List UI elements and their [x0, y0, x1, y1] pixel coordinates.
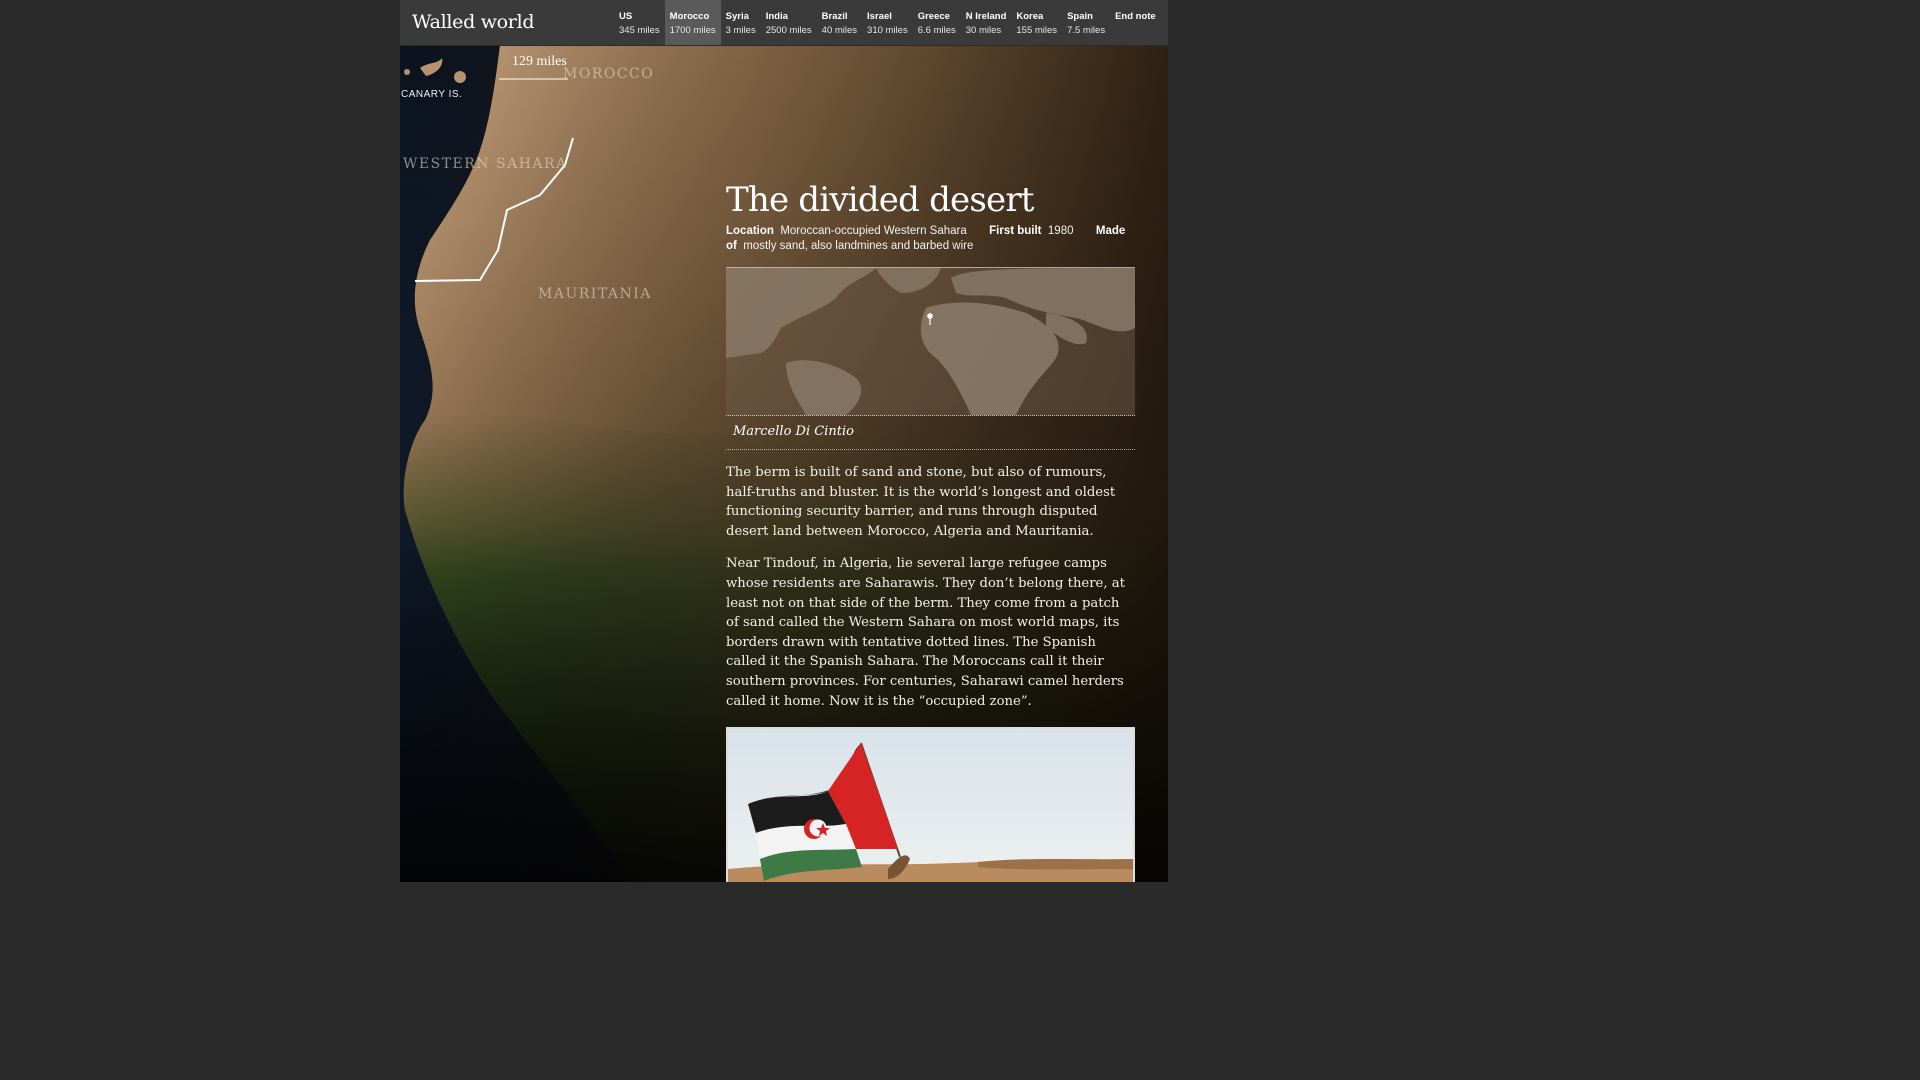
nav-tab-syria[interactable]: Syria 3 miles [721, 0, 761, 45]
article-title: The divided desert [726, 180, 1034, 220]
nav-tab-name: N Ireland [965, 11, 1007, 22]
chapter-nav: US 345 miles Morocco 1700 miles Syria 3 miles… [614, 0, 1161, 45]
first-built-label: First built [989, 225, 1042, 237]
nav-tab-name: End note [1115, 11, 1156, 22]
nav-tab-israel[interactable]: Israel 310 miles [862, 0, 913, 45]
nav-tab-morocco[interactable]: Morocco 1700 miles [664, 0, 721, 45]
nav-tab-name: Syria [725, 11, 749, 22]
nav-tab-name: US [619, 11, 633, 22]
location-value: Moroccan-occupied Western Sahara [780, 225, 967, 237]
nav-tab-name: Spain [1067, 11, 1093, 22]
location-pin-icon [927, 313, 933, 319]
world-locator-map [726, 267, 1135, 416]
made-of-value: mostly sand, also landmines and barbed w… [743, 240, 974, 252]
nav-tab-miles: 155 miles [1016, 25, 1058, 36]
canary-island [454, 71, 466, 83]
first-built-value: 1980 [1047, 225, 1074, 237]
nav-tab-name: Israel [867, 11, 892, 22]
nav-tab-india[interactable]: India 2500 miles [761, 0, 817, 45]
fact-line: Location Moroccan-occupied Western Sahar… [726, 224, 1135, 254]
nav-tab-miles: 3 miles [725, 25, 756, 36]
map-label-morocco: MOROCCO [563, 66, 655, 82]
nav-tab-n-ireland[interactable]: N Ireland 30 miles [961, 0, 1012, 45]
nav-tab-miles: 7.5 miles [1067, 25, 1106, 36]
world-map-graphic [726, 268, 1135, 415]
nav-tab-miles: 1700 miles [669, 25, 716, 36]
nav-tab-name: India [765, 11, 788, 22]
author-credit-row: Marcello Di Cintio [726, 416, 1135, 450]
article-paragraph: The berm is built of sand and stone, but… [726, 465, 1116, 539]
map-label-canary-islands: CANARY IS. [401, 89, 463, 100]
nav-tab-korea[interactable]: Korea 155 miles [1011, 0, 1062, 45]
nav-tab-brazil[interactable]: Brazil 40 miles [817, 0, 862, 45]
flag-photo-graphic [728, 729, 1133, 882]
map-label-mauritania: MAURITANIA [538, 286, 652, 302]
article-paragraph: Near Tindouf, in Algeria, lie several la… [726, 556, 1125, 709]
top-nav-bar: Walled world US 345 miles Morocco 1700 mile… [400, 0, 1168, 46]
nav-tab-greece[interactable]: Greece 6.6 miles [913, 0, 961, 45]
nav-tab-end-note[interactable]: End note [1110, 0, 1161, 45]
nav-tab-spain[interactable]: Spain 7.5 miles [1062, 0, 1110, 45]
nav-tab-miles: 310 miles [867, 25, 908, 36]
nav-tab-miles: 6.6 miles [917, 25, 956, 36]
article-panel: The divided desert Location Moroccan-occ… [726, 178, 1135, 882]
map-label-western-sahara: WESTERN SAHARA [403, 156, 568, 172]
map-scale-label: 129 miles [512, 54, 567, 69]
article-photo [726, 727, 1135, 882]
nav-tab-miles: 30 miles [965, 25, 1002, 36]
nav-tab-name: Brazil [821, 11, 848, 22]
nav-tab-name: Korea [1016, 11, 1044, 22]
nav-tab-miles: 2500 miles [765, 25, 812, 36]
nav-tab-us[interactable]: US 345 miles [614, 0, 665, 45]
nav-tab-name: Greece [917, 11, 950, 22]
author-credit: Marcello Di Cintio [733, 424, 854, 439]
nav-tab-miles: 40 miles [821, 25, 858, 36]
location-label: Location [726, 225, 774, 237]
feature-stage: Walled world US 345 miles Morocco 1700 mile… [400, 0, 1168, 882]
nav-tab-miles: 345 miles [619, 25, 660, 36]
nav-tab-name: Morocco [669, 11, 710, 22]
canary-island [404, 69, 410, 75]
site-title[interactable]: Walled world [412, 11, 535, 33]
